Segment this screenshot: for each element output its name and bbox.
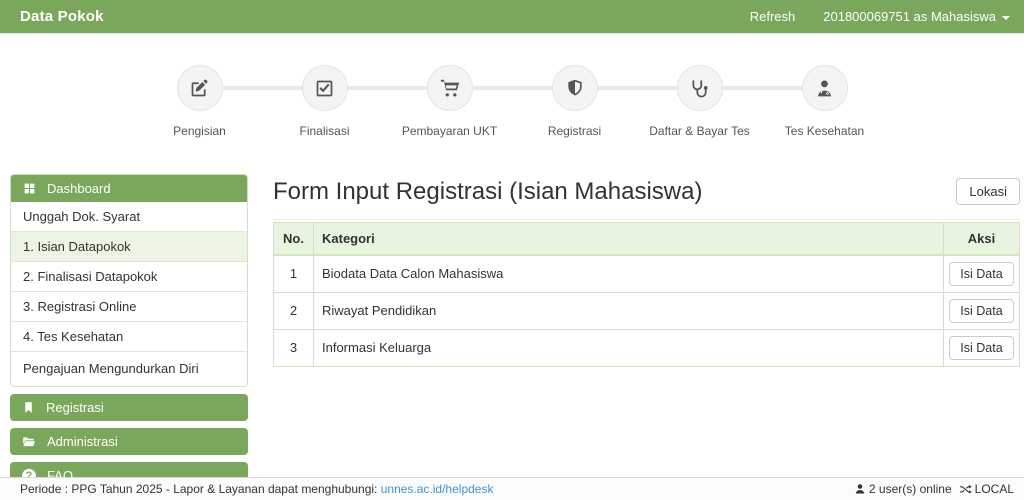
sidebar-item-finalisasi-datapokok[interactable]: 2. Finalisasi Datapokok (11, 261, 247, 291)
table-header-row: No. Kategori Aksi (273, 222, 1020, 256)
step-pembayaran-ukt[interactable]: Pembayaran UKT (347, 65, 512, 138)
sidebar-item-unggah-dok-syarat[interactable]: Unggah Dok. Syarat (11, 202, 247, 231)
isi-data-button[interactable]: Isi Data (949, 298, 1014, 323)
step-label: Tes Kesehatan (784, 124, 865, 138)
column-header-no: No. (273, 222, 314, 256)
check-square-icon (314, 78, 335, 99)
table-row: 1 Biodata Data Calon Mahasiswa Isi Data (273, 254, 1020, 293)
step-tes-kesehatan[interactable]: Tes Kesehatan (722, 65, 887, 138)
column-header-aksi: Aksi (943, 222, 1020, 256)
sidebar-section-administrasi[interactable]: Administrasi (10, 428, 248, 455)
sidebar-section-registrasi[interactable]: Registrasi (10, 394, 248, 421)
pencil-square-icon (189, 78, 210, 99)
progress-stepper: Pengisian Finalisasi Pembayaran UKT Regi… (0, 34, 1024, 138)
row-kategori: Biodata Data Calon Mahasiswa (313, 254, 944, 293)
step-registrasi[interactable]: Registrasi (472, 65, 637, 138)
user-dropdown-label: 201800069751 as Mahasiswa (823, 9, 996, 24)
sidebar-item-tes-kesehatan[interactable]: 4. Tes Kesehatan (11, 321, 247, 351)
stethoscope-icon (689, 78, 710, 99)
main-panel: Form Input Registrasi (Isian Mahasiswa) … (273, 174, 1020, 367)
footer: Periode : PPG Tahun 2025 - Lapor & Layan… (0, 477, 1024, 500)
step-daftar-bayar-tes[interactable]: Daftar & Bayar Tes (597, 65, 762, 138)
row-kategori: Informasi Keluarga (313, 328, 944, 367)
doctor-icon (814, 78, 835, 99)
sidebar-header-label: Dashboard (47, 181, 111, 196)
step-label: Pembayaran UKT (401, 124, 498, 138)
row-kategori: Riwayat Pendidikan (313, 291, 944, 330)
sidebar-section-label: Registrasi (46, 400, 104, 415)
sidebar-item-pengajuan-mengundurkan-diri[interactable]: Pengajuan Mengundurkan Diri (11, 351, 247, 386)
users-online-text: 2 user(s) online (868, 482, 952, 496)
sidebar-item-isian-datapokok[interactable]: 1. Isian Datapokok (11, 231, 247, 261)
step-pengisian[interactable]: Pengisian (137, 65, 262, 138)
sidebar-item-registrasi-online[interactable]: 3. Registrasi Online (11, 291, 247, 321)
step-label: Pengisian (173, 124, 226, 138)
top-navbar: Data Pokok Refresh 201800069751 as Mahas… (0, 0, 1024, 34)
helpdesk-link[interactable]: unnes.ac.id/helpdesk (381, 482, 494, 496)
bookmark-icon (22, 401, 35, 414)
sidebar: Dashboard Unggah Dok. Syarat 1. Isian Da… (10, 174, 248, 489)
caret-down-icon (1002, 15, 1010, 20)
step-finalisasi[interactable]: Finalisasi (222, 65, 387, 138)
column-header-kategori: Kategori (313, 222, 944, 256)
sidebar-header-dashboard[interactable]: Dashboard (11, 175, 247, 202)
page-title: Form Input Registrasi (Isian Mahasiswa) (273, 178, 703, 205)
isi-data-button[interactable]: Isi Data (949, 335, 1014, 360)
table-row: 3 Informasi Keluarga Isi Data (273, 328, 1020, 367)
folder-open-icon (22, 435, 36, 449)
user-dropdown[interactable]: 201800069751 as Mahasiswa (823, 9, 1010, 24)
sidebar-section-label: Administrasi (47, 434, 118, 449)
step-label: Daftar & Bayar Tes (649, 124, 750, 138)
step-label: Registrasi (547, 124, 602, 138)
grid-icon (23, 182, 36, 195)
row-number: 1 (273, 254, 314, 293)
row-number: 3 (273, 328, 314, 367)
app-title: Data Pokok (20, 8, 104, 25)
environment-label: LOCAL (974, 482, 1014, 496)
table-row: 2 Riwayat Pendidikan Isi Data (273, 291, 1020, 330)
shopping-cart-icon (439, 77, 461, 99)
lokasi-button[interactable]: Lokasi (956, 178, 1020, 205)
shuffle-icon (959, 483, 972, 496)
row-number: 2 (273, 291, 314, 330)
isi-data-button[interactable]: Isi Data (949, 261, 1014, 286)
footer-period-text: Periode : PPG Tahun 2025 - Lapor & Layan… (20, 482, 494, 496)
refresh-link[interactable]: Refresh (750, 9, 796, 24)
shield-icon (565, 78, 585, 98)
registration-table: No. Kategori Aksi 1 Biodata Data Calon M… (273, 222, 1020, 367)
step-label: Finalisasi (299, 124, 350, 138)
user-icon (854, 483, 866, 495)
